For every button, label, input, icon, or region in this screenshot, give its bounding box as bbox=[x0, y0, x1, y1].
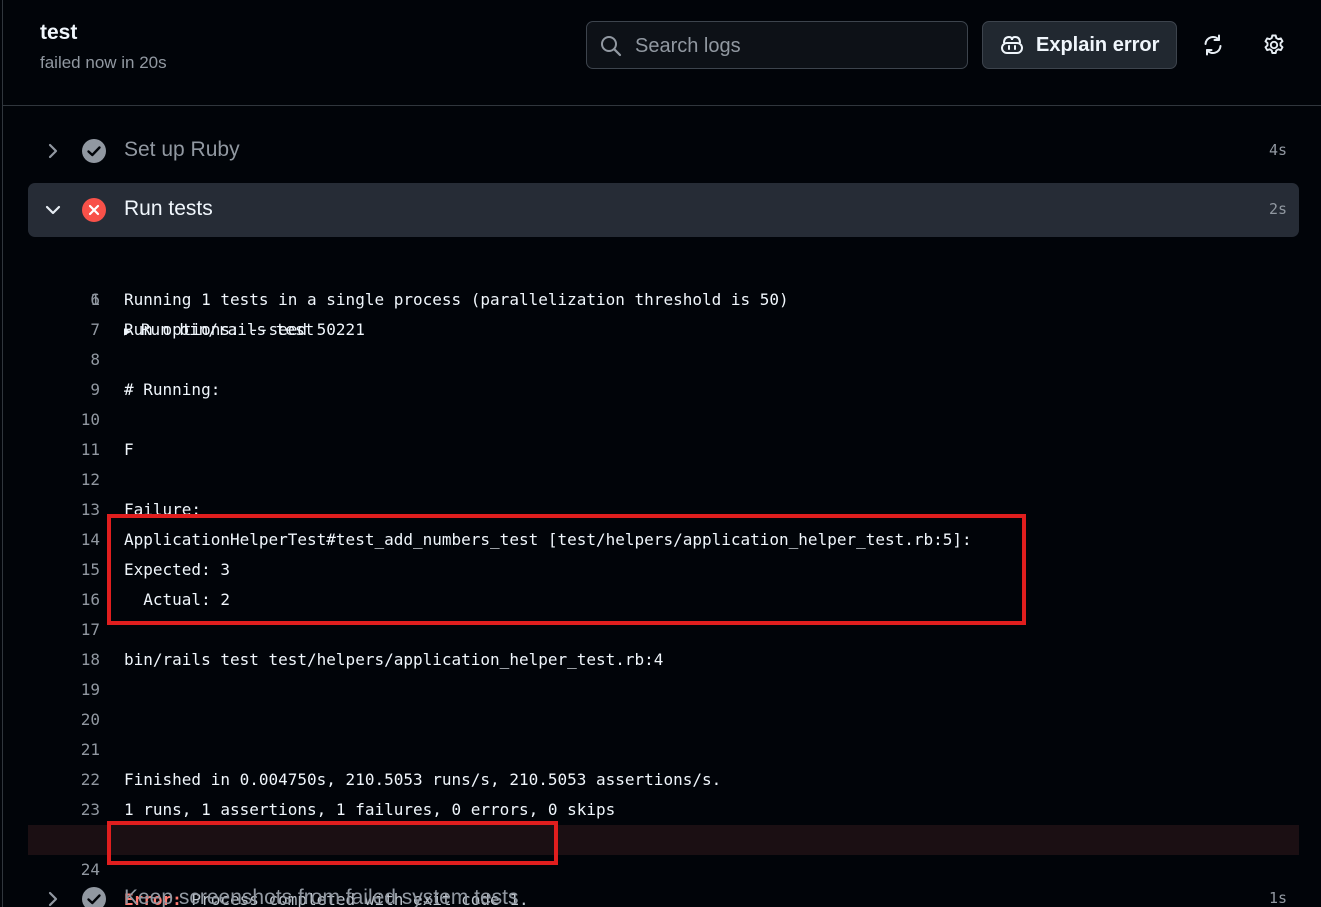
log-line: 12 bbox=[28, 465, 1299, 495]
log-line: 17 bbox=[28, 615, 1299, 645]
line-number: 7 bbox=[90, 320, 100, 339]
log-text: F bbox=[124, 440, 134, 459]
step-duration: 4s bbox=[1268, 141, 1287, 159]
log-line: 18 bin/rails test test/helpers/applicatio… bbox=[28, 645, 1299, 675]
x-circle-icon bbox=[82, 198, 106, 222]
job-header: test failed now in 20s Explain error bbox=[3, 0, 1321, 106]
line-number: 17 bbox=[80, 620, 100, 639]
log-line: 23 1 runs, 1 assertions, 1 failures, 0 er… bbox=[28, 795, 1299, 825]
log-text: Running 1 tests in a single process (par… bbox=[124, 290, 789, 309]
log-text: Actual: 2 bbox=[124, 590, 230, 609]
chevron-right-icon bbox=[48, 143, 58, 159]
log-text: ApplicationHelperTest#test_add_numbers_t… bbox=[124, 530, 972, 549]
gear-icon bbox=[1264, 34, 1284, 54]
step-duration: 2s bbox=[1268, 200, 1287, 218]
log-text: 1 runs, 1 assertions, 1 failures, 0 erro… bbox=[124, 800, 616, 819]
line-number: 20 bbox=[80, 710, 100, 729]
line-number: 10 bbox=[80, 410, 100, 429]
search-logs-box[interactable] bbox=[586, 21, 968, 69]
line-number: 8 bbox=[90, 350, 100, 369]
chevron-right-icon bbox=[48, 891, 58, 907]
step-duration: 1s bbox=[1268, 889, 1287, 907]
log-line: 7 Run options: --seed 50221 bbox=[28, 315, 1299, 345]
job-title: test bbox=[40, 21, 78, 44]
sync-icon bbox=[1204, 34, 1222, 56]
log-text: Failure: bbox=[124, 500, 202, 519]
log-line: 11 F bbox=[28, 435, 1299, 465]
line-number: 19 bbox=[80, 680, 100, 699]
log-line: 22 Finished in 0.004750s, 210.5053 runs/s… bbox=[28, 765, 1299, 795]
log-line: 16 Actual: 2 bbox=[28, 585, 1299, 615]
step-set-up-ruby[interactable]: Set up Ruby 4s bbox=[28, 124, 1299, 178]
line-number: 11 bbox=[80, 440, 100, 459]
log-line: 8 bbox=[28, 345, 1299, 375]
line-number: 22 bbox=[80, 770, 100, 789]
log-line: 20 bbox=[28, 705, 1299, 735]
check-circle-icon bbox=[82, 139, 106, 163]
line-number: 14 bbox=[80, 530, 100, 549]
copilot-icon bbox=[1001, 35, 1023, 54]
job-status-text: failed now in 20s bbox=[40, 53, 167, 72]
log-line-error: 24 Error: Process completed with exit co… bbox=[28, 825, 1299, 907]
log-line[interactable]: 1 ▶ Run bin/rails test bbox=[28, 255, 1299, 339]
line-number: 15 bbox=[80, 560, 100, 579]
log-text: # Running: bbox=[124, 380, 221, 399]
log-line: 13 Failure: bbox=[28, 495, 1299, 525]
settings-button[interactable] bbox=[1258, 29, 1290, 61]
log-line: 15 Expected: 3 bbox=[28, 555, 1299, 585]
explain-error-button[interactable]: Explain error bbox=[982, 21, 1177, 69]
line-number: 6 bbox=[90, 290, 100, 309]
log-text: bin/rails test test/helpers/application_… bbox=[124, 650, 664, 669]
search-icon bbox=[601, 36, 622, 57]
log-text: Run options: --seed 50221 bbox=[124, 320, 365, 339]
line-number: 9 bbox=[90, 380, 100, 399]
refresh-button[interactable] bbox=[1197, 29, 1229, 61]
line-number: 13 bbox=[80, 500, 100, 519]
step-keep-screenshots[interactable]: Keep screenshots from failed system test… bbox=[28, 872, 1299, 907]
log-line: 19 bbox=[28, 675, 1299, 705]
log-output: 1 ▶ Run bin/rails test 6 Running 1 tests … bbox=[28, 255, 1299, 907]
log-text: Expected: 3 bbox=[124, 560, 230, 579]
line-number: 23 bbox=[80, 800, 100, 819]
check-circle-icon bbox=[82, 887, 106, 907]
line-number: 18 bbox=[80, 650, 100, 669]
search-logs-input[interactable] bbox=[633, 30, 957, 62]
log-line: 14 ApplicationHelperTest#test_add_numbers… bbox=[28, 525, 1299, 555]
log-text: Finished in 0.004750s, 210.5053 runs/s, … bbox=[124, 770, 722, 789]
explain-error-label: Explain error bbox=[1036, 33, 1160, 56]
step-name: Set up Ruby bbox=[124, 138, 240, 161]
chevron-down-icon bbox=[45, 205, 61, 215]
log-line: 21 bbox=[28, 735, 1299, 765]
log-line: 9 # Running: bbox=[28, 375, 1299, 405]
line-number: 21 bbox=[80, 740, 100, 759]
job-log-panel: test failed now in 20s Explain error bbox=[2, 0, 1321, 907]
line-number: 16 bbox=[80, 590, 100, 609]
step-name: Run tests bbox=[124, 197, 213, 220]
log-line: 10 bbox=[28, 405, 1299, 435]
step-name: Keep screenshots from failed system test… bbox=[124, 886, 519, 907]
step-run-tests[interactable]: Run tests 2s bbox=[28, 183, 1299, 237]
log-line: 6 Running 1 tests in a single process (pa… bbox=[28, 285, 1299, 315]
line-number: 12 bbox=[80, 470, 100, 489]
